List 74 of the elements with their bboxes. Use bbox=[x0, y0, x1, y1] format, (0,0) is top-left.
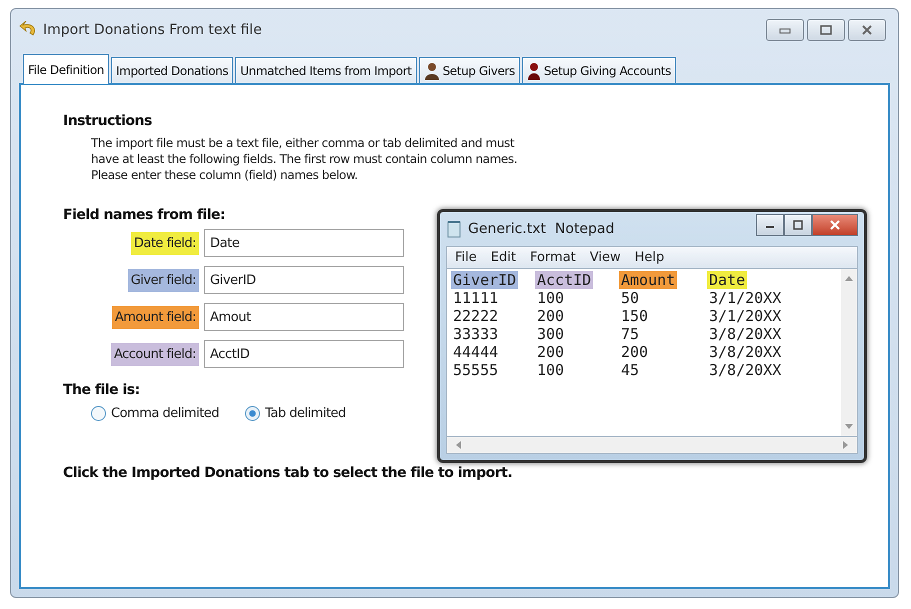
input-field[interactable]: AcctID bbox=[204, 340, 404, 368]
notepad-icon bbox=[446, 220, 462, 238]
text-cell-text: 150 bbox=[620, 307, 650, 325]
account-icon bbox=[526, 62, 541, 80]
text-cell-text: 50 bbox=[620, 289, 640, 307]
horizontal-scrollbar[interactable] bbox=[446, 437, 858, 454]
maximize-icon bbox=[820, 25, 832, 35]
menu-item[interactable]: View bbox=[590, 250, 621, 265]
close-icon bbox=[829, 220, 841, 230]
tab[interactable]: Unmatched Items from Import bbox=[235, 57, 417, 83]
field-label: Giver field: bbox=[128, 268, 199, 292]
text-cell-text: 22222 bbox=[452, 307, 500, 325]
tab[interactable]: Imported Donations bbox=[111, 57, 234, 83]
menu-item[interactable]: File bbox=[455, 250, 477, 265]
minimize-button[interactable] bbox=[756, 214, 784, 236]
person-icon bbox=[424, 62, 440, 80]
hint-text: Click the Imported Donations tab to select the file to import. bbox=[63, 465, 514, 481]
radio-label: Comma delimited bbox=[111, 406, 220, 421]
text-cell-text: 55555 bbox=[452, 361, 500, 379]
text-cell-text: 3/8/20XX bbox=[708, 325, 782, 343]
right-arrow-icon bbox=[843, 441, 849, 449]
tab[interactable]: Setup Givers bbox=[418, 57, 520, 83]
tab[interactable]: Setup Giving Accounts bbox=[522, 57, 676, 83]
minimize-button[interactable] bbox=[766, 19, 804, 41]
text-cell-text: 3/1/20XX bbox=[708, 289, 782, 307]
field-label: Account field: bbox=[110, 342, 199, 366]
text-cell-text: 11111 bbox=[452, 289, 500, 307]
text-cell-text: 100 bbox=[536, 361, 566, 379]
text-cell-text: 33333 bbox=[452, 325, 500, 343]
text-cell-text: 3/8/20XX bbox=[708, 343, 782, 361]
up-arrow-icon bbox=[845, 275, 853, 281]
column-header: Date bbox=[707, 271, 748, 289]
close-button[interactable] bbox=[848, 19, 886, 41]
close-button[interactable] bbox=[812, 214, 858, 236]
section-heading: Instructions bbox=[63, 113, 153, 129]
text-cell-text: 200 bbox=[536, 307, 566, 325]
field-label: Date field: bbox=[130, 232, 199, 254]
text-cell-text: 200 bbox=[536, 343, 566, 361]
menu-item[interactable]: Help bbox=[634, 250, 664, 265]
text-cell-text: 44444 bbox=[452, 343, 500, 361]
text-cell-text: 3/8/20XX bbox=[708, 361, 782, 379]
input-field[interactable]: Amout bbox=[204, 303, 404, 331]
down-arrow-icon bbox=[845, 424, 853, 430]
text-cell-text: 100 bbox=[536, 289, 566, 307]
instructions-text: The import file must be a text file, either comma or tab delimited and must have at least the following fields. The first row must contain column names. Please enter these column (field) names below. bbox=[90, 135, 518, 183]
section-heading: The file is: bbox=[63, 382, 141, 398]
menu-item[interactable]: Edit bbox=[490, 250, 516, 265]
radio-option[interactable]: Tab delimited bbox=[245, 406, 346, 421]
column-header: Amount bbox=[619, 271, 678, 289]
text-cell-text: 45 bbox=[620, 361, 640, 379]
radio-option[interactable]: Comma delimited bbox=[91, 406, 220, 421]
window-title: Import Donations From text file bbox=[43, 22, 262, 38]
input-field[interactable]: Date bbox=[204, 229, 404, 257]
maximize-icon bbox=[792, 220, 804, 230]
text-cell-text: 200 bbox=[620, 343, 650, 361]
column-header: GiverID bbox=[451, 271, 518, 289]
menu-item[interactable]: Format bbox=[530, 250, 576, 265]
window-title: Generic.txt Notepad bbox=[468, 221, 614, 237]
close-icon bbox=[861, 25, 873, 35]
text-cell-text: 300 bbox=[536, 325, 566, 343]
maximize-button[interactable] bbox=[784, 214, 812, 236]
input-field[interactable]: GiverID bbox=[204, 266, 404, 294]
maximize-button[interactable] bbox=[807, 19, 845, 41]
left-arrow-icon bbox=[455, 441, 461, 449]
vertical-scrollbar[interactable] bbox=[841, 269, 857, 436]
text-cell-text: 75 bbox=[620, 325, 640, 343]
field-label: Amount field: bbox=[112, 306, 199, 328]
tab[interactable]: File Definition bbox=[23, 54, 110, 84]
section-heading: Field names from file: bbox=[63, 207, 226, 223]
radio-button[interactable] bbox=[91, 406, 106, 421]
radio-label: Tab delimited bbox=[265, 406, 346, 421]
radio-button[interactable] bbox=[245, 406, 260, 421]
text-cell-text: 3/1/20XX bbox=[708, 307, 782, 325]
column-header: AcctID bbox=[535, 271, 594, 289]
